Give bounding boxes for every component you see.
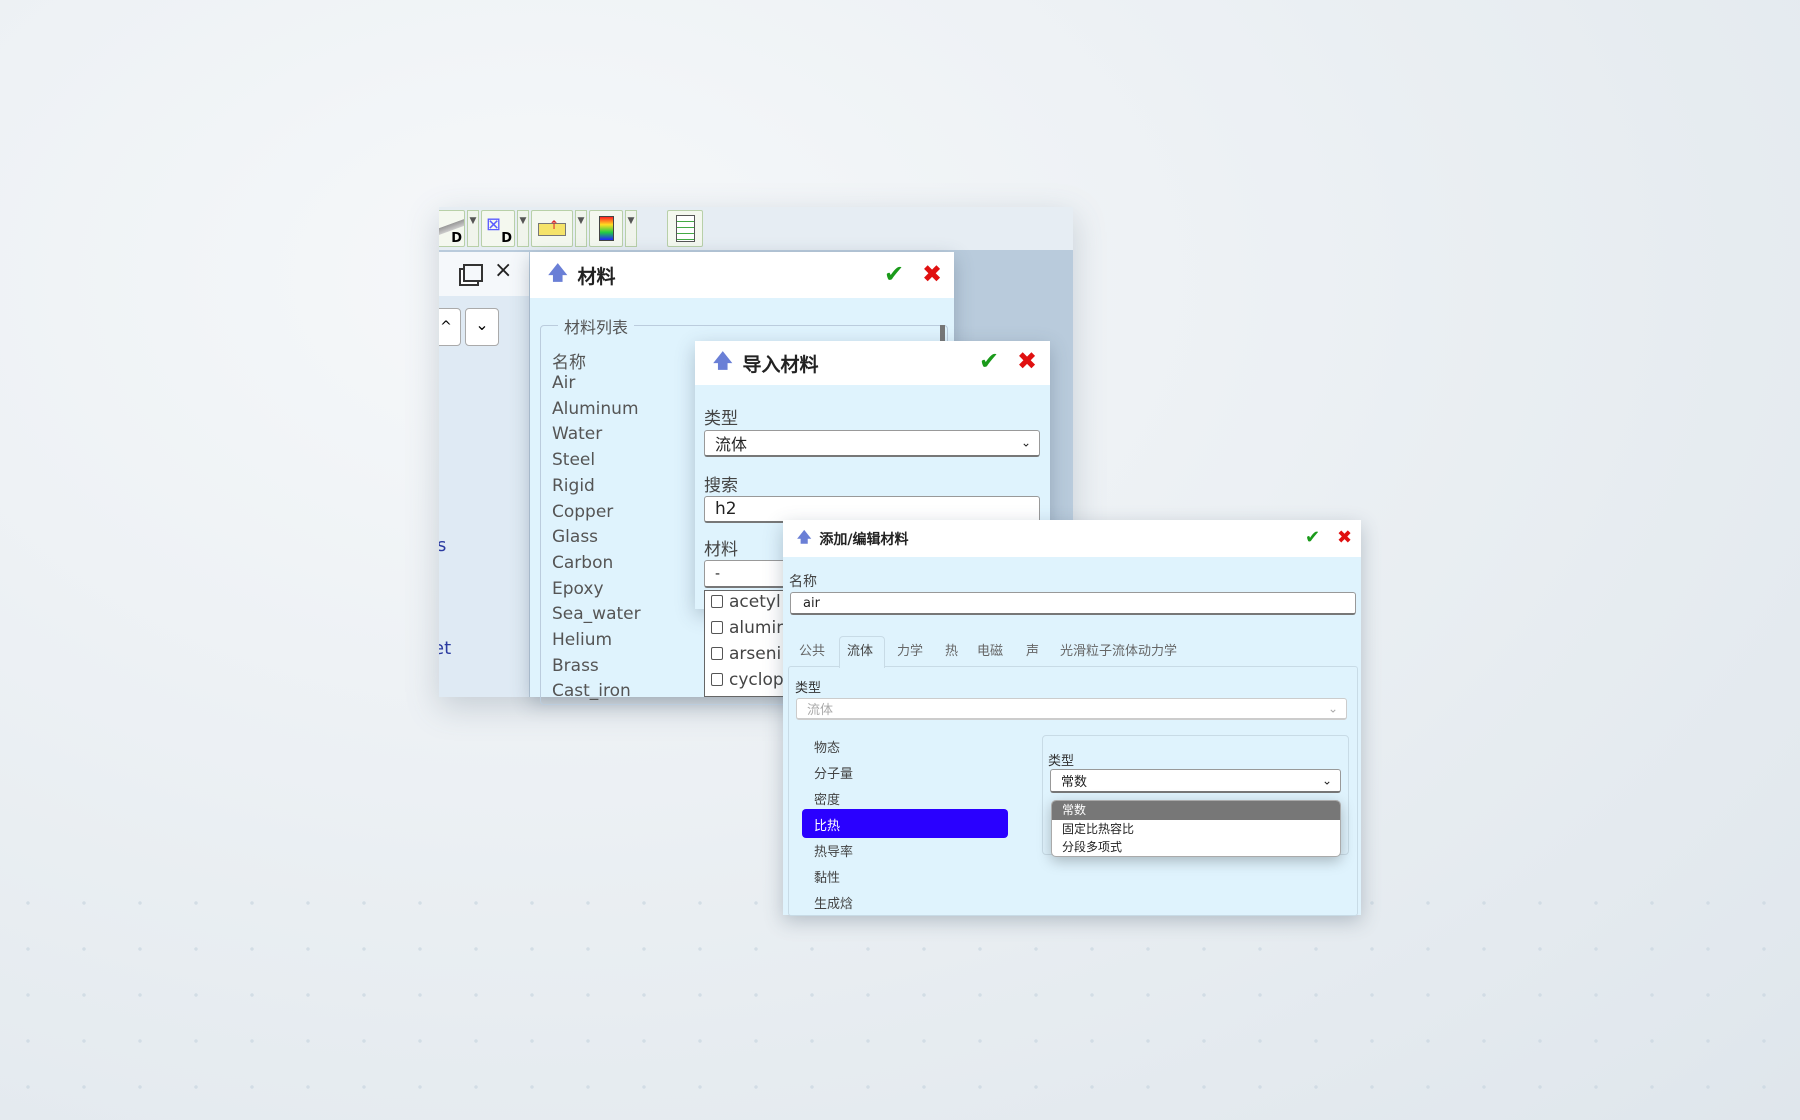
- tab-4[interactable]: 电磁: [977, 640, 1003, 659]
- checkbox[interactable]: [711, 621, 723, 634]
- dialog-title: 添加/编辑材料: [819, 531, 909, 548]
- search-input[interactable]: h2: [704, 496, 1040, 523]
- property-item[interactable]: 密度: [814, 789, 840, 808]
- confirm-icon[interactable]: ✔: [1305, 527, 1320, 548]
- material-checkbox-item[interactable]: alumin: [711, 618, 787, 638]
- fluid-type-label: 类型: [795, 681, 822, 696]
- cancel-icon[interactable]: ✖: [1337, 527, 1352, 548]
- search-label: 搜索: [704, 476, 738, 496]
- material-list-item[interactable]: Steel: [552, 450, 595, 470]
- toolbar: D ▼ ⊠ D ▼ ↑ ▼ ▼: [439, 207, 1073, 250]
- confirm-icon[interactable]: ✔: [884, 260, 904, 288]
- material-checkbox-label: arseni: [729, 644, 782, 664]
- name-input[interactable]: air: [790, 592, 1356, 615]
- sub-type-dropdown: 常数 固定比热容比 分段多项式: [1051, 800, 1341, 857]
- property-item[interactable]: 分子量: [814, 763, 853, 782]
- property-item[interactable]: 比热: [814, 815, 840, 834]
- material-checkbox-label: alumin: [729, 618, 787, 638]
- collapse-arrow-icon[interactable]: 🡅: [797, 527, 811, 551]
- tab-3[interactable]: 热: [945, 640, 958, 659]
- property-item[interactable]: 热导率: [814, 841, 853, 860]
- chevron-down-icon: ⌄: [1327, 700, 1338, 715]
- material-list-item[interactable]: Carbon: [552, 553, 613, 573]
- cancel-icon[interactable]: ✖: [1017, 347, 1037, 375]
- material-checkbox-label: acetyl: [729, 592, 781, 612]
- fluid-type-value: 流体: [807, 703, 834, 718]
- material-list-item[interactable]: Helium: [552, 630, 612, 650]
- property-item[interactable]: 黏性: [814, 867, 840, 886]
- material-list-item[interactable]: Copper: [552, 502, 613, 522]
- material-label: 材料: [704, 540, 738, 560]
- name-label: 名称: [789, 574, 817, 590]
- material-checkbox-label: cyclop: [729, 670, 784, 690]
- fluid-type-select: 流体 ⌄: [796, 698, 1347, 720]
- material-list-item[interactable]: Water: [552, 424, 602, 444]
- type-select[interactable]: 流体 ⌄: [704, 430, 1040, 457]
- name-input-value: air: [803, 595, 820, 611]
- column-header-name: 名称: [552, 353, 586, 373]
- confirm-icon[interactable]: ✔: [979, 347, 999, 375]
- move-down-button[interactable]: ⌄: [465, 308, 499, 346]
- dropdown-arrow-icon[interactable]: ▼: [575, 210, 587, 247]
- checkbox[interactable]: [711, 673, 723, 686]
- import-icon[interactable]: ↑: [531, 210, 573, 247]
- tab-1[interactable]: 流体: [847, 640, 873, 659]
- chevron-down-icon: ⌄: [1321, 772, 1332, 787]
- checkbox[interactable]: [711, 595, 723, 608]
- material-list-item[interactable]: Sea_water: [552, 604, 641, 624]
- material-list-item[interactable]: Epoxy: [552, 579, 604, 599]
- tab-2[interactable]: 力学: [897, 640, 923, 659]
- material-checkbox-item[interactable]: arseni: [711, 644, 781, 664]
- tab-5[interactable]: 声: [1026, 640, 1039, 659]
- restore-window-icon[interactable]: [463, 264, 483, 282]
- extrude-d-icon[interactable]: D: [439, 210, 465, 247]
- type-select-value: 流体: [715, 435, 748, 454]
- dropdown-option[interactable]: 分段多项式: [1052, 838, 1340, 856]
- group-title: 材料列表: [558, 314, 635, 338]
- background-dots: [0, 880, 1800, 1120]
- sub-type-value: 常数: [1061, 775, 1088, 790]
- dropdown-option[interactable]: 常数: [1052, 801, 1340, 820]
- tab-0[interactable]: 公共: [799, 640, 825, 659]
- dropdown-arrow-icon[interactable]: ▼: [467, 210, 479, 247]
- property-item[interactable]: 物态: [814, 737, 840, 756]
- tree-label-fragment[interactable]: et: [439, 638, 451, 659]
- type-label: 类型: [704, 409, 738, 429]
- dropdown-arrow-icon[interactable]: ▼: [517, 210, 529, 247]
- dropdown-arrow-icon[interactable]: ▼: [625, 210, 637, 247]
- sub-type-select[interactable]: 常数 ⌄: [1050, 769, 1341, 793]
- material-select-value: -: [715, 565, 721, 582]
- checkbox[interactable]: [711, 647, 723, 660]
- move-up-button[interactable]: ^: [439, 308, 461, 346]
- mesh-d-icon[interactable]: ⊠ D: [481, 210, 515, 247]
- checklist-icon[interactable]: [667, 210, 703, 247]
- material-list-item[interactable]: Brass: [552, 656, 599, 676]
- collapse-arrow-icon[interactable]: 🡅: [713, 347, 733, 379]
- material-list-item[interactable]: Glass: [552, 527, 598, 547]
- tree-label-fragment[interactable]: s: [439, 535, 446, 556]
- material-list-item[interactable]: Air: [552, 373, 575, 393]
- material-list-item[interactable]: Cast_iron: [552, 681, 631, 701]
- close-icon[interactable]: ×: [494, 258, 512, 283]
- material-list-item[interactable]: Rigid: [552, 476, 595, 496]
- material-list-item[interactable]: Aluminum: [552, 399, 639, 419]
- sub-type-label: 类型: [1048, 754, 1075, 769]
- tab-6[interactable]: 光滑粒子流体动力学: [1060, 640, 1177, 659]
- left-panel: × ^ ⌄ s et: [439, 252, 529, 697]
- cancel-icon[interactable]: ✖: [922, 260, 942, 288]
- dialog-title: 材料: [577, 265, 616, 288]
- search-input-value: h2: [715, 499, 737, 519]
- material-checkbox-item[interactable]: acetyl: [711, 592, 781, 612]
- property-item[interactable]: 生成焓: [814, 893, 853, 912]
- chevron-down-icon: ⌄: [1020, 435, 1031, 450]
- collapse-arrow-icon[interactable]: 🡅: [548, 259, 568, 291]
- material-checkbox-item[interactable]: cyclop: [711, 670, 784, 690]
- color-map-icon[interactable]: [589, 210, 623, 247]
- dialog-title: 导入材料: [742, 353, 819, 376]
- dropdown-option[interactable]: 固定比热容比: [1052, 820, 1340, 838]
